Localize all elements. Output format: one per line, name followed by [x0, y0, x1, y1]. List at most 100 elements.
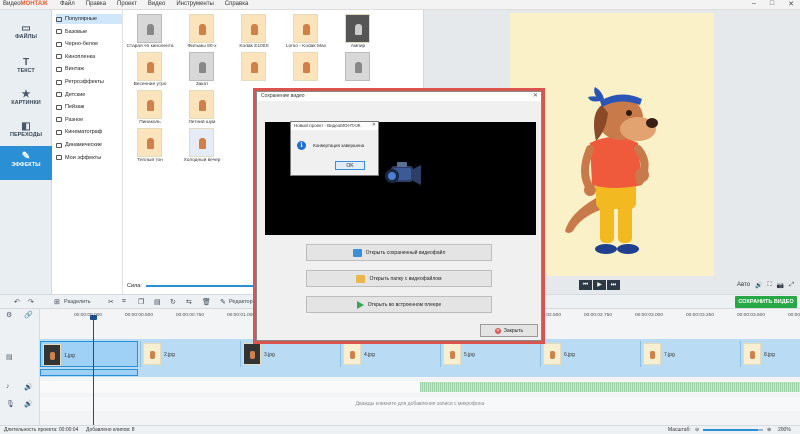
menu-file[interactable]: Файл — [60, 1, 75, 7]
mic-volume-icon[interactable]: 🔊 — [24, 400, 33, 408]
close-window-button[interactable]: ✕ — [788, 0, 794, 8]
filter-category-item[interactable]: Популярные — [56, 14, 122, 24]
filter-category-item[interactable]: Пейзаж — [56, 102, 122, 112]
effect-thumbnail[interactable]: Lomo - Kodak Max — [280, 12, 332, 50]
video-track[interactable]: 1.jpg 2.jpg 3.jpg 4.jpg 5.jpg 6.jpg 7.jpg 8.jpg — [40, 339, 800, 377]
save-dialog-close-icon[interactable]: ✕ — [533, 92, 538, 99]
dog-thumbnail-icon — [550, 351, 555, 359]
aspect-ratio-select[interactable]: Авто — [737, 282, 750, 289]
effect-thumbnail[interactable] — [280, 50, 332, 88]
crop-tool-icon[interactable]: ⌗ — [122, 298, 126, 306]
undo-icon[interactable]: ↶ — [14, 298, 20, 306]
filter-category-label: Базовые — [65, 28, 88, 35]
redo-icon[interactable]: ↷ — [28, 298, 34, 306]
message-close-icon[interactable]: ✕ — [372, 122, 376, 128]
effect-preview-image — [137, 14, 162, 43]
minimize-button[interactable]: – — [752, 0, 756, 8]
timeline-clip[interactable]: 2.jpg — [140, 341, 238, 367]
timeline-clip[interactable]: 8.jpg — [740, 341, 800, 367]
next-frame-button[interactable]: ⏭ — [607, 280, 620, 290]
audio-volume-icon[interactable]: 🔊 — [24, 383, 33, 391]
filter-category-item[interactable]: Разное — [56, 115, 122, 125]
effect-thumbnail[interactable]: Летний шум — [176, 88, 228, 126]
settings-icon[interactable]: ⚙ — [6, 311, 12, 319]
clip-name: 2.jpg — [164, 352, 175, 358]
fullscreen-icon[interactable]: ⤢ — [789, 282, 794, 289]
effect-thumbnail[interactable]: Закат — [176, 50, 228, 88]
filter-category-item[interactable]: Кинопленка — [56, 52, 122, 62]
filter-category-item[interactable]: Кинематограф — [56, 127, 122, 137]
menu-tools[interactable]: Инструменты — [176, 1, 213, 7]
menu-project[interactable]: Проект — [117, 1, 137, 7]
close-dialog-button[interactable]: ✕ Закрыть — [480, 324, 538, 337]
zoom-in-icon[interactable]: ⊕ — [767, 427, 771, 433]
filter-category-item[interactable]: Детские — [56, 90, 122, 100]
tab-pictures[interactable]: ★ КАРТИНКИ — [0, 84, 52, 118]
save-video-button[interactable]: СОХРАНИТЬ ВИДЕО — [735, 296, 797, 308]
dog-thumbnail-icon — [450, 351, 455, 359]
effect-thumbnail[interactable] — [228, 50, 280, 88]
dog-thumbnail-icon — [50, 352, 55, 360]
open-in-player-button[interactable]: Открыть во встроенном плеере — [306, 296, 492, 313]
effect-preview-image — [345, 52, 370, 81]
link-icon[interactable]: 🔗 — [24, 311, 33, 319]
dog-thumbnail-icon — [303, 62, 310, 73]
effect-thumbnail[interactable]: Весенние утро — [124, 50, 176, 88]
save-dialog-title: Сохранение видео — [257, 92, 541, 101]
snapshot-icon[interactable]: 📷 — [777, 282, 784, 289]
effect-thumbnail[interactable]: Ампир — [332, 12, 384, 50]
filter-category-item[interactable]: Мои эффекты — [56, 153, 122, 163]
timeline-clip[interactable]: 3.jpg — [240, 341, 338, 367]
filter-category-item[interactable]: Базовые — [56, 27, 122, 37]
zoom-out-icon[interactable]: ⊖ — [695, 427, 699, 433]
audio-track[interactable] — [40, 381, 800, 393]
crop-icon[interactable]: ⛶ — [768, 282, 772, 289]
microphone-track[interactable]: Дважды кликните для добавления записи с … — [40, 397, 800, 411]
effect-thumbnail[interactable] — [332, 50, 384, 88]
maximize-button[interactable]: □ — [770, 0, 774, 8]
timeline-clip[interactable]: 6.jpg — [540, 341, 638, 367]
play-button[interactable]: ▶ — [593, 280, 606, 290]
tab-files[interactable]: ▭ ФАЙЛЫ — [0, 18, 52, 52]
menu-edit[interactable]: Правка — [86, 1, 106, 7]
editor-icon[interactable]: ✎ — [220, 298, 226, 306]
effect-thumbnail[interactable]: Старая чб кинолента — [124, 12, 176, 50]
tab-effects[interactable]: ✎ ЭФФЕКТЫ — [0, 146, 52, 180]
effect-thumbnail[interactable]: Теплый тон — [124, 126, 176, 164]
timeline-clip[interactable]: 1.jpg — [40, 341, 138, 367]
filter-category-item[interactable]: Ретроэффекты — [56, 77, 122, 87]
dog-thumbnail-icon — [251, 62, 258, 73]
timeline-clip[interactable]: 5.jpg — [440, 341, 538, 367]
rotate-icon[interactable]: ↻ — [170, 298, 176, 306]
menu-video[interactable]: Видео — [148, 1, 166, 7]
filter-category-item[interactable]: Винтаж — [56, 64, 122, 74]
effect-thumbnail[interactable]: Kodak E100S — [228, 12, 280, 50]
copy-icon[interactable]: ❐ — [138, 298, 144, 306]
timeline-clip[interactable]: 4.jpg — [340, 341, 438, 367]
tab-text[interactable]: T ТЕКСТ — [0, 52, 52, 86]
filter-category-item[interactable]: Черно-белое — [56, 39, 122, 49]
effect-thumbnail[interactable]: Пинаколь — [124, 88, 176, 126]
editor-button[interactable]: Редактор — [229, 299, 253, 305]
paste-icon[interactable]: ▤ — [154, 298, 161, 306]
volume-icon[interactable]: 🔊 — [755, 282, 762, 289]
split-icon[interactable]: ⊞ — [54, 298, 60, 306]
open-saved-file-button[interactable]: Открыть сохраненный видеофайл — [306, 244, 492, 261]
delete-icon[interactable]: 🗑 — [202, 298, 211, 306]
ok-button[interactable]: OK — [335, 161, 365, 170]
open-folder-button[interactable]: Открыть папку с видеофайлом — [306, 270, 492, 287]
previous-frame-button[interactable]: ⏮ — [579, 280, 592, 290]
timeline-clip[interactable]: 7.jpg — [640, 341, 738, 367]
dog-thumbnail-icon — [199, 24, 206, 35]
split-button[interactable]: Разделить — [64, 299, 91, 305]
filter-category-item[interactable]: Динамические — [56, 140, 122, 150]
tab-transitions[interactable]: ◧ ПЕРЕХОДЫ — [0, 116, 52, 150]
effect-thumbnail[interactable]: Фильмы 80-х — [176, 12, 228, 50]
cut-icon[interactable]: ✂ — [108, 298, 114, 306]
effect-thumbnail[interactable]: Холодный вечер — [176, 126, 228, 164]
effect-label: Ампир — [350, 44, 366, 49]
reverse-icon[interactable]: ⇆ — [186, 298, 192, 306]
menu-help[interactable]: Справка — [225, 1, 249, 7]
playhead[interactable] — [90, 315, 97, 425]
dog-thumbnail-icon — [303, 24, 310, 35]
